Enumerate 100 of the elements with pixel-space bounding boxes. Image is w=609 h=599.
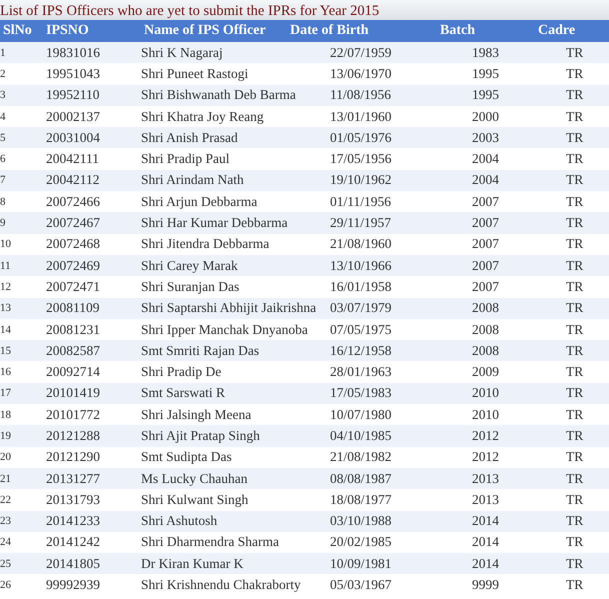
- table-cell: 2014: [472, 513, 499, 530]
- table-cell: 2008: [472, 322, 499, 338]
- table-cell: TR: [566, 108, 584, 125]
- table-cell: 5: [0, 132, 6, 144]
- table-cell: Shri Ashutosh: [141, 513, 218, 530]
- table-cell: 2009: [472, 364, 499, 380]
- table-cell: 14: [0, 324, 11, 336]
- table-cell: 20141233: [46, 513, 100, 530]
- table-title: List of IPS Officers who are yet to submit the IPRs for Year 2015: [0, 2, 380, 21]
- table-cell: 16: [0, 366, 11, 378]
- table-cell: 13/06/1970: [330, 66, 392, 82]
- table-cell: 18/08/1977: [330, 492, 392, 508]
- table-cell: 20092714: [46, 364, 100, 380]
- table-cell: TR: [566, 278, 584, 295]
- table-cell: 1995: [472, 66, 499, 82]
- table-cell: 17/05/1983: [330, 385, 392, 402]
- table-cell: Shri Arjun Debbarma: [141, 194, 258, 210]
- column-header: SlNo: [3, 23, 32, 39]
- table-cell: Shri Jitendra Debbarma: [141, 236, 270, 252]
- table-cell: 20072467: [46, 215, 100, 232]
- table-cell: TR: [566, 66, 584, 82]
- table-cell: Shri Bishwanath Deb Barma: [141, 87, 296, 104]
- table-cell: 1: [0, 46, 6, 59]
- table-cell: TR: [566, 534, 584, 550]
- table-cell: 19952110: [46, 87, 100, 104]
- column-header: Cadre: [538, 23, 576, 39]
- table-cell: 20/02/1985: [330, 534, 392, 550]
- table-cell: 04/10/1985: [330, 428, 392, 444]
- table-cell: 2012: [472, 449, 499, 466]
- table-cell: TR: [566, 364, 584, 380]
- column-header: Batch: [440, 23, 475, 39]
- table-cell: 7: [0, 174, 6, 186]
- table-cell: 22/07/1959: [330, 44, 392, 61]
- table-cell: 11: [0, 260, 11, 272]
- table-cell: TR: [566, 342, 584, 359]
- table-cell: TR: [566, 513, 584, 530]
- table-cell: Shri Pradip De: [141, 364, 222, 380]
- table-cell: 13/01/1960: [330, 108, 392, 125]
- table-cell: 21/08/1960: [330, 236, 392, 252]
- column-header: IPSNO: [46, 23, 89, 39]
- table-cell: Shri Puneet Rastogi: [141, 66, 248, 82]
- table-cell: Shri Pradip Paul: [141, 151, 230, 168]
- table-cell: Shri Har Kumar Debbarma: [141, 215, 288, 232]
- table-cell: Shri Anish Prasad: [141, 130, 238, 146]
- table-cell: TR: [566, 194, 584, 210]
- table-cell: TR: [566, 385, 584, 402]
- table-cell: 20121290: [46, 449, 100, 466]
- table-cell: 2010: [472, 406, 499, 423]
- table-cell: 10: [0, 238, 11, 250]
- table-cell: 08/08/1987: [330, 470, 392, 487]
- table-cell: 4: [0, 110, 6, 123]
- table-cell: Shri Ipper Manchak Dnyanoba: [141, 322, 308, 338]
- table-cell: TR: [566, 215, 584, 232]
- table-cell: TR: [566, 300, 584, 316]
- table-cell: 2007: [472, 258, 499, 274]
- table-cell: 16/01/1958: [330, 278, 392, 295]
- table-cell: 11/08/1956: [330, 87, 392, 104]
- table-cell: Shri Khatra Joy Reang: [141, 108, 264, 125]
- table-cell: 26: [0, 579, 11, 592]
- table-cell: 19/10/1962: [330, 172, 392, 188]
- table-cell: 23: [0, 515, 11, 528]
- table-cell: 20002137: [46, 108, 100, 125]
- table-cell: 2: [0, 68, 6, 80]
- table-cell: 6: [0, 153, 6, 166]
- table-cell: 99992939: [46, 577, 100, 594]
- table-cell: 2007: [472, 236, 499, 252]
- table-cell: 20072468: [46, 236, 100, 252]
- table-cell: 17: [0, 387, 11, 400]
- table-cell: Shri K Nagaraj: [141, 44, 223, 61]
- table-cell: Dr Kiran Kumar K: [141, 556, 244, 572]
- table-cell: 2007: [472, 278, 499, 295]
- table-cell: TR: [566, 236, 584, 252]
- table-cell: Shri Kulwant Singh: [141, 492, 248, 508]
- table-cell: 20042111: [46, 151, 99, 168]
- table-cell: 29/11/1957: [330, 215, 392, 232]
- table-cell: 03/07/1979: [330, 300, 392, 316]
- table-cell: TR: [566, 406, 584, 423]
- table-cell: Shri Suranjan Das: [141, 278, 240, 295]
- table-cell: 2007: [472, 194, 499, 210]
- table-cell: TR: [566, 130, 584, 146]
- table-cell: 19831016: [46, 44, 100, 61]
- table-cell: 20141805: [46, 556, 100, 572]
- table-cell: 20121288: [46, 428, 100, 444]
- table-cell: Shri Ajit Pratap Singh: [141, 428, 260, 444]
- table-cell: Shri Arindam Nath: [141, 172, 244, 188]
- table-cell: 13/10/1966: [330, 258, 392, 274]
- table-cell: 21: [0, 472, 11, 485]
- table-cell: TR: [566, 172, 584, 188]
- table-cell: 2012: [472, 428, 499, 444]
- table-cell: 9: [0, 217, 6, 230]
- table-cell: 2013: [472, 470, 499, 487]
- table-cell: 03/10/1988: [330, 513, 392, 530]
- column-header: Date of Birth: [290, 23, 369, 39]
- table-cell: Smt Sarswati R: [141, 385, 226, 402]
- table-cell: TR: [566, 492, 584, 508]
- table-cell: Shri Dharmendra Sharma: [141, 534, 279, 550]
- table-cell: 2004: [472, 151, 499, 168]
- table-cell: 07/05/1975: [330, 322, 392, 338]
- table-cell: 20072471: [46, 278, 100, 295]
- table-cell: 20081231: [46, 322, 100, 338]
